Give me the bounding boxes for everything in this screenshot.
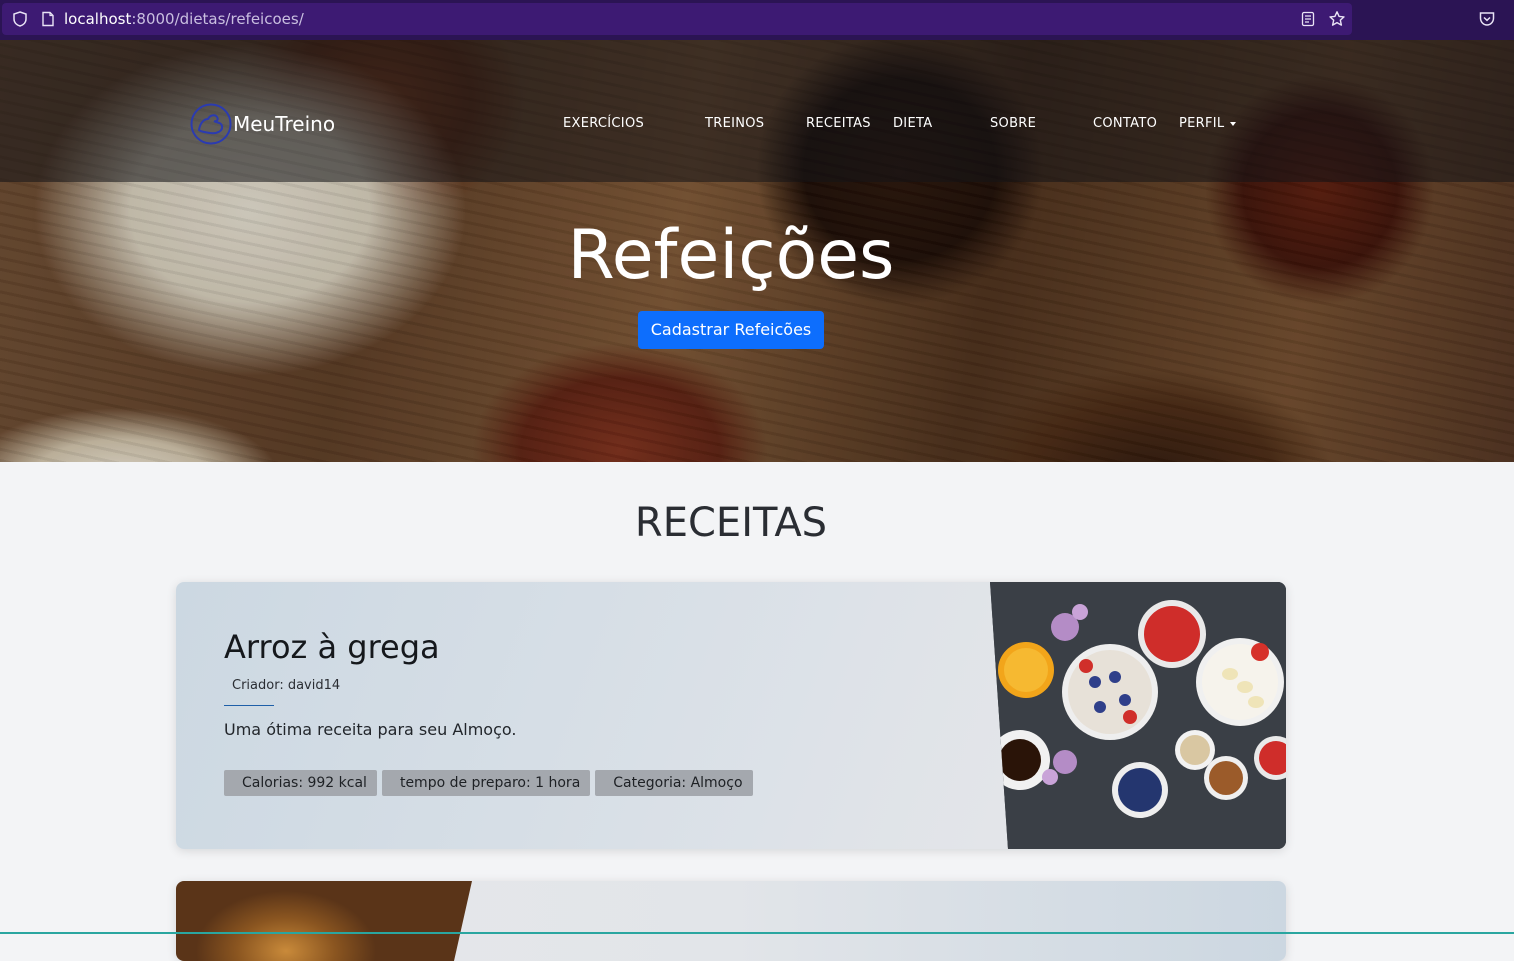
browser-toolbar: localhost:8000/dietas/refeicoes/ — [0, 0, 1514, 40]
page-icon — [42, 11, 54, 27]
recipe-title: Arroz à grega — [224, 628, 440, 666]
muscle-logo-icon — [190, 103, 232, 145]
nav-treinos[interactable]: TREINOS — [705, 116, 764, 131]
category-badge: Categoria: Almoço — [595, 770, 753, 796]
recipe-creator: Criador: david14 — [232, 678, 341, 693]
brand-name: MeuTreino — [233, 112, 336, 136]
recipe-card-2[interactable] — [176, 881, 1286, 961]
recipe-card[interactable]: Arroz à grega Criador: david14 Uma ótima… — [176, 582, 1286, 849]
reader-view-icon[interactable] — [1300, 11, 1316, 27]
calories-badge: Calorias: 992 kcal — [224, 770, 377, 796]
hero-title: Refeições — [567, 216, 895, 295]
nav-perfil-label: PERFIL — [1179, 116, 1225, 131]
address-bar[interactable]: localhost:8000/dietas/refeicoes/ — [2, 3, 1352, 35]
recipe-description: Uma ótima receita para seu Almoço. — [224, 720, 517, 739]
nav-dieta[interactable]: DIETA — [893, 116, 932, 131]
register-meal-button[interactable]: Cadastrar Refeicões — [638, 311, 824, 349]
brand-link[interactable]: MeuTreino — [190, 102, 335, 146]
shield-icon[interactable] — [12, 11, 28, 27]
recipe-badges: Calorias: 992 kcal tempo de preparo: 1 h… — [224, 770, 753, 796]
nav-exercicios[interactable]: EXERCÍCIOS — [563, 116, 644, 131]
caret-down-icon — [1230, 121, 1237, 126]
nav-perfil-dropdown[interactable]: PERFIL — [1179, 116, 1237, 131]
recipe-image-2 — [176, 881, 472, 961]
pocket-icon[interactable] — [1478, 10, 1496, 28]
prep-time-badge: tempo de preparo: 1 hora — [381, 770, 591, 796]
breakfast-food-image — [990, 582, 1286, 849]
recipe-image — [990, 582, 1286, 849]
main-navbar: MeuTreino — [0, 40, 1514, 182]
nav-sobre[interactable]: SOBRE — [990, 116, 1036, 131]
title-divider — [224, 705, 274, 706]
nav-contato[interactable]: CONTATO — [1093, 116, 1157, 131]
nav-receitas[interactable]: RECEITAS — [806, 116, 871, 131]
section-title: RECEITAS — [634, 500, 828, 546]
url-text[interactable]: localhost:8000/dietas/refeicoes/ — [64, 10, 304, 28]
bookmark-star-icon[interactable] — [1328, 10, 1346, 28]
